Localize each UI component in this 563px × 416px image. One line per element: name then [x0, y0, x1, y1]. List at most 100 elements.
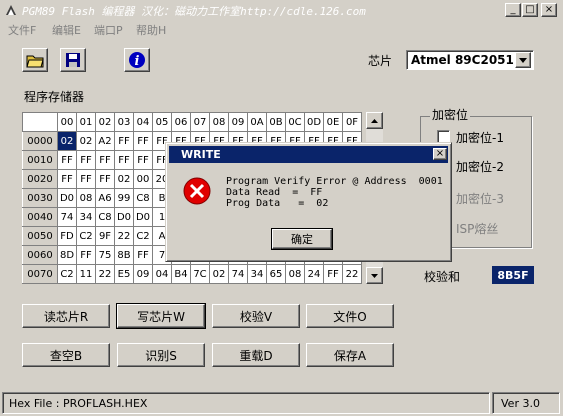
identify-button[interactable]: 识别S: [117, 343, 205, 367]
row-address: 0050: [22, 226, 58, 246]
scroll-up-button[interactable]: [366, 112, 383, 129]
open-folder-button[interactable]: [22, 48, 48, 72]
save-file-button[interactable]: [60, 48, 86, 72]
memory-cell[interactable]: FF: [57, 150, 77, 170]
memory-cell[interactable]: 74: [57, 207, 77, 227]
memory-cell[interactable]: C2: [76, 226, 96, 246]
dialog-title: WRITE: [169, 146, 448, 163]
memory-cell[interactable]: FF: [76, 150, 96, 170]
dialog-message: Program Verify Error @ Address 0001 Data…: [226, 176, 443, 209]
memory-cell[interactable]: 34: [247, 264, 267, 284]
file-button[interactable]: 文件O: [306, 304, 394, 328]
memory-cell[interactable]: 02: [76, 131, 96, 151]
memory-cell[interactable]: 02: [114, 169, 134, 189]
memory-cell[interactable]: A6: [95, 188, 115, 208]
col-header: 00: [57, 112, 77, 132]
memory-cell[interactable]: 7C: [190, 264, 210, 284]
memory-cell[interactable]: FF: [114, 131, 134, 151]
memory-cell[interactable]: FF: [57, 169, 77, 189]
status-bar: Hex File : PROFLASH.HEX Ver 3.0: [0, 388, 563, 416]
memory-cell[interactable]: 22: [342, 264, 362, 284]
col-header: 05: [152, 112, 172, 132]
read-chip-button[interactable]: 读芯片R: [22, 304, 110, 328]
chip-select-value: Atmel 89C2051: [411, 53, 514, 67]
menu-file[interactable]: 文件F: [8, 22, 36, 38]
memory-cell[interactable]: 74: [228, 264, 248, 284]
memory-cell[interactable]: 09: [133, 264, 153, 284]
minimize-button[interactable]: _: [505, 3, 521, 17]
scroll-down-button[interactable]: [366, 267, 383, 284]
security-bit-3-label: 加密位-3: [456, 192, 504, 206]
memory-cell[interactable]: FF: [133, 245, 153, 265]
memory-cell[interactable]: D0: [133, 207, 153, 227]
memory-cell[interactable]: FF: [95, 169, 115, 189]
memory-cell[interactable]: 9F: [95, 226, 115, 246]
memory-cell[interactable]: 08: [76, 188, 96, 208]
col-header: 0F: [342, 112, 362, 132]
memory-cell[interactable]: FF: [133, 150, 153, 170]
memory-cell[interactable]: 02: [57, 131, 77, 151]
save-button[interactable]: 保存A: [306, 343, 394, 367]
chip-dropdown-button[interactable]: [515, 52, 531, 68]
menu-edit[interactable]: 编辑E: [52, 22, 81, 38]
memory-cell[interactable]: FF: [76, 245, 96, 265]
isp-fuse-label: ISP熔丝: [456, 222, 499, 236]
memory-cell[interactable]: D0: [114, 207, 134, 227]
memory-cell[interactable]: FD: [57, 226, 77, 246]
col-header: 06: [171, 112, 191, 132]
menu-help[interactable]: 帮助H: [136, 22, 166, 38]
arrow-up-icon: [371, 118, 378, 123]
memory-cell[interactable]: 00: [133, 169, 153, 189]
memory-cell[interactable]: 08: [285, 264, 305, 284]
col-header: 03: [114, 112, 134, 132]
memory-cell[interactable]: 24: [304, 264, 324, 284]
chip-select[interactable]: Atmel 89C2051: [406, 50, 534, 70]
memory-cell[interactable]: 04: [152, 264, 172, 284]
memory-cell[interactable]: C8: [133, 188, 153, 208]
memory-cell[interactable]: C2: [57, 264, 77, 284]
checksum-value: 8B5F: [492, 266, 534, 284]
status-file-panel: Hex File : PROFLASH.HEX: [2, 392, 490, 414]
col-header: 0D: [304, 112, 324, 132]
dialog-ok-button[interactable]: 确定: [271, 228, 333, 250]
reload-button[interactable]: 重载D: [212, 343, 300, 367]
status-file-text: Hex File : PROFLASH.HEX: [9, 397, 148, 410]
memory-cell[interactable]: A2: [95, 131, 115, 151]
write-chip-button[interactable]: 写芯片W: [116, 303, 206, 329]
memory-cell[interactable]: D0: [57, 188, 77, 208]
memory-cell[interactable]: FF: [323, 264, 343, 284]
memory-cell[interactable]: 11: [76, 264, 96, 284]
col-header: 0C: [285, 112, 305, 132]
memory-cell[interactable]: C2: [133, 226, 153, 246]
info-icon: i: [129, 52, 145, 69]
close-button[interactable]: ×: [541, 3, 557, 17]
verify-button[interactable]: 校验V: [212, 304, 300, 328]
memory-cell[interactable]: 22: [95, 264, 115, 284]
info-button[interactable]: i: [124, 48, 150, 72]
maximize-button[interactable]: □: [522, 3, 538, 17]
memory-cell[interactable]: FF: [114, 150, 134, 170]
memory-cell[interactable]: 99: [114, 188, 134, 208]
blank-check-button[interactable]: 查空B: [22, 343, 110, 367]
arrow-down-icon: [371, 273, 378, 278]
memory-cell[interactable]: 22: [114, 226, 134, 246]
memory-cell[interactable]: E5: [114, 264, 134, 284]
row-address: 0030: [22, 188, 58, 208]
memory-cell[interactable]: 8D: [57, 245, 77, 265]
memory-cell[interactable]: FF: [133, 131, 153, 151]
memory-cell[interactable]: FF: [76, 169, 96, 189]
memory-cell[interactable]: 02: [209, 264, 229, 284]
memory-cell[interactable]: FF: [95, 150, 115, 170]
grid-corner: [22, 112, 58, 132]
memory-cell[interactable]: 65: [266, 264, 286, 284]
memory-cell[interactable]: C8: [95, 207, 115, 227]
memory-cell[interactable]: 8B: [114, 245, 134, 265]
memory-cell[interactable]: 34: [76, 207, 96, 227]
dialog-close-button[interactable]: ×: [433, 148, 447, 160]
menu-port[interactable]: 端口P: [94, 22, 123, 38]
memory-cell[interactable]: B4: [171, 264, 191, 284]
memory-cell[interactable]: 75: [95, 245, 115, 265]
status-version-panel: Ver 3.0: [492, 392, 560, 414]
svg-text:i: i: [135, 54, 140, 69]
security-bit-2-label: 加密位-2: [456, 160, 504, 174]
